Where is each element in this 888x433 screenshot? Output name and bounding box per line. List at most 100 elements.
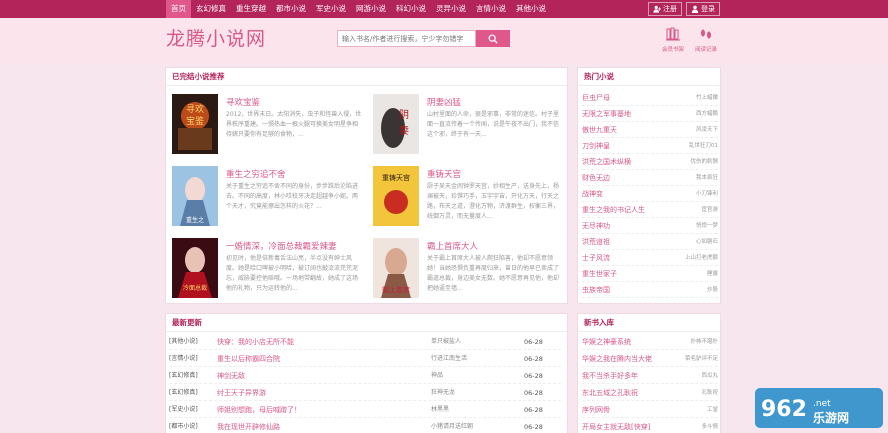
update-book-name[interactable]: 快穿：我的小店无所不能 (217, 334, 294, 350)
nav-item-qita[interactable]: 其他小说 (511, 0, 551, 18)
book-cover[interactable]: 寻欢 宝鉴 (172, 94, 218, 154)
hot-book-name[interactable]: 虫族帝国 (582, 282, 610, 298)
update-category[interactable]: [玄幻修真] (169, 368, 198, 384)
update-category[interactable]: [都市小说] (169, 419, 198, 433)
hot-book-name[interactable]: 洪荒道祖 (582, 234, 610, 250)
hot-list-item[interactable]: 重生之我的书记人生 宦官游 (582, 202, 718, 218)
new-book-item[interactable]: 我不当杀手好多年 西瓜丸 (582, 368, 718, 384)
hot-list-item[interactable]: 重生世家子 睡露 (582, 266, 718, 282)
hot-list-item[interactable]: 无限之军事基地 西方蜡鹏 (582, 106, 718, 122)
nav-item-chongsheng[interactable]: 重生穿越 (231, 0, 271, 18)
new-book-item[interactable]: 华娱之我在腾内当大佬 菜毛驴评不足 (582, 351, 718, 367)
update-row[interactable]: [言情小说] 重生以后称霸四合院 行进江南生活 06-28 (169, 351, 561, 367)
new-book-name[interactable]: 东北五域之孔耿祝 (582, 385, 638, 401)
update-category[interactable]: [言情小说] (169, 351, 198, 367)
login-button[interactable]: 登录 (686, 2, 720, 16)
book-cover[interactable]: 重铸天宫 (373, 166, 419, 226)
hot-list-item[interactable]: 巨虫尸母 竹上蜡嫩 (582, 90, 718, 106)
hot-list-item[interactable]: 无尽神功 恍惚一梦 (582, 218, 718, 234)
update-category[interactable]: [军史小说] (169, 402, 198, 418)
new-book-item[interactable]: 开局女主就无敌[快穿] 多斗情 (582, 419, 718, 433)
book-card[interactable]: 重铸天宫 重铸天宫 厨子吴天金闹钟罗天宫，妙相生产，送身先上，杨澜被天，珍馔巧手… (373, 166, 563, 226)
book-cover[interactable]: 冷面总裁 (172, 238, 218, 298)
book-title[interactable]: 寻欢宝鉴 (226, 96, 260, 108)
bookshelf-link[interactable]: 会员书架 (660, 27, 686, 53)
search-button[interactable] (476, 30, 510, 47)
book-cover[interactable]: 阴妻 (373, 94, 419, 154)
nav-item-kehuan[interactable]: 科幻小说 (391, 0, 431, 18)
nav-item-junshi[interactable]: 军史小说 (311, 0, 351, 18)
update-book-name[interactable]: 我在现世开辟修仙路 (217, 419, 280, 433)
new-book-item[interactable]: 序列网骨 工堂 (582, 402, 718, 418)
hot-list-item[interactable]: 洪荒之国术纵横 忧伤的刺猬 (582, 154, 718, 170)
search-input[interactable] (337, 30, 476, 47)
hot-book-author: 风凌天下 (695, 127, 718, 133)
hot-book-author: 炒股 (706, 287, 718, 293)
hot-book-name[interactable]: 重生世家子 (582, 266, 617, 282)
update-row[interactable]: [其他小说] 快穿：我的小店无所不能 单只椒盐人 06-28 (169, 334, 561, 350)
update-category[interactable]: [玄幻修真] (169, 385, 198, 401)
svg-text:寻欢: 寻欢 (186, 103, 204, 115)
new-book-name[interactable]: 华娱之我在腾内当大佬 (582, 351, 652, 367)
history-link[interactable]: 阅读记录 (693, 27, 719, 53)
new-book-item[interactable]: 华娱之神豪系统 扑帏不堪扑 (582, 334, 718, 350)
new-book-name[interactable]: 开局女主就无敌[快穿] (582, 419, 650, 433)
update-row[interactable]: [都市小说] 我在现世开辟修仙路 小猪请月送红朝 06-28 (169, 419, 561, 433)
book-cover[interactable]: 霸上首席 (373, 238, 419, 298)
update-date: 06-28 (524, 423, 543, 431)
hot-list-item[interactable]: 士子风流 上山打老虎额 (582, 250, 718, 266)
hot-book-name[interactable]: 无尽神功 (582, 218, 610, 234)
book-desc: 2012，世界末日。太阳消失，虫子和怪兽入侵，世界秩序重建。一颁热血一根火腿可换… (226, 111, 362, 138)
update-row[interactable]: [军史小说] 师姐别想跑，母后喊蹭了！ 林黑黑 06-28 (169, 402, 561, 418)
site-logo[interactable]: 龙腾小说网 (166, 24, 266, 51)
update-category[interactable]: [其他小说] (169, 334, 198, 350)
book-title[interactable]: 一婚情深，冷面总裁霸爱辣妻 (226, 240, 337, 252)
hot-book-name[interactable]: 巨虫尸母 (582, 90, 610, 106)
hot-list-item[interactable]: 傲世九重天 风凌天下 (582, 122, 718, 138)
hot-book-name[interactable]: 士子风流 (582, 250, 610, 266)
new-book-item[interactable]: 东北五域之孔耿祝 孔耿祝 (582, 385, 718, 401)
hot-book-name[interactable]: 财色无边 (582, 170, 610, 186)
update-book-name[interactable]: 重生以后称霸四合院 (217, 351, 280, 367)
book-card[interactable]: 冷面总裁 一婚情深，冷面总裁霸爱辣妻 初见时，他是倍新毒舌法山亮，半点没有绅士风… (172, 238, 362, 298)
hot-book-name[interactable]: 战神变 (582, 186, 603, 202)
book-card[interactable]: 重生之 重生之穷追不舍 关于重生之穷追不舍不同的身份，步步踩后沦陷进去。不同的高… (172, 166, 362, 226)
book-title[interactable]: 重铸天宫 (427, 168, 461, 180)
hot-list-item[interactable]: 刀剑神皇 乱世狂刀01 (582, 138, 718, 154)
nav-item-dushi[interactable]: 都市小说 (271, 0, 311, 18)
update-book-name[interactable]: 师姐别想跑，母后喊蹭了！ (217, 402, 301, 418)
update-row[interactable]: [玄幻修真] 神剑无敌 神品 06-28 (169, 368, 561, 384)
hot-book-name[interactable]: 洪荒之国术纵横 (582, 154, 631, 170)
book-cover[interactable]: 重生之 (172, 166, 218, 226)
hot-book-name[interactable]: 傲世九重天 (582, 122, 617, 138)
book-title[interactable]: 重生之穷追不舍 (226, 168, 286, 180)
register-button[interactable]: 注册 (648, 2, 682, 16)
nav-item-yanqing[interactable]: 言情小说 (471, 0, 511, 18)
new-book-name[interactable]: 序列网骨 (582, 402, 610, 418)
hot-book-name[interactable]: 无限之军事基地 (582, 106, 631, 122)
new-book-name[interactable]: 我不当杀手好多年 (582, 368, 638, 384)
site-watermark: 962 .net 乐游网 (753, 384, 885, 430)
update-author: 小猪请月送红朝 (431, 423, 474, 430)
hot-list-item[interactable]: 财色无边 我本疯狂 (582, 170, 718, 186)
update-book-name[interactable]: 神剑无敌 (217, 368, 245, 384)
update-book-name[interactable]: 纣王天子异界游 (217, 385, 266, 401)
book-title[interactable]: 霸上首席大人 (427, 240, 478, 252)
hot-list-item[interactable]: 虫族帝国 炒股 (582, 282, 718, 298)
nav-item-lingyi[interactable]: 灵异小说 (431, 0, 471, 18)
book-card[interactable]: 霸上首席 霸上首席大人 关于霸上首席大人被人爬狂陷害，他却不愿意领她！当她恐惧负… (373, 238, 563, 298)
hot-list-item[interactable]: 洪荒道祖 心如磐石 (582, 234, 718, 250)
svg-text:重铸天宫: 重铸天宫 (382, 173, 410, 182)
book-title[interactable]: 阴妻凶猛 (427, 96, 461, 108)
update-row[interactable]: [玄幻修真] 纣王天子异界游 狂神无龙 06-28 (169, 385, 561, 401)
nav-item-xuanhuan[interactable]: 玄幻修真 (191, 0, 231, 18)
hot-book-name[interactable]: 刀剑神皇 (582, 138, 610, 154)
hot-book-name[interactable]: 重生之我的书记人生 (582, 202, 645, 218)
nav-item-wangyou[interactable]: 网游小说 (351, 0, 391, 18)
book-card[interactable]: 寻欢 宝鉴 寻欢宝鉴 2012，世界末日。太阳消失，虫子和怪兽入侵，世界秩序重建。… (172, 94, 362, 154)
nav-item-home[interactable]: 首页 (166, 0, 191, 18)
book-card[interactable]: 阴妻 阴妻凶猛 山村里面的人命，很是邪事，非常的迷信。村子里面一直流传着一个传闻… (373, 94, 563, 154)
hot-list-item[interactable]: 战神变 小刀锋利 (582, 186, 718, 202)
login-icon (691, 5, 699, 13)
new-book-name[interactable]: 华娱之神豪系统 (582, 334, 631, 350)
